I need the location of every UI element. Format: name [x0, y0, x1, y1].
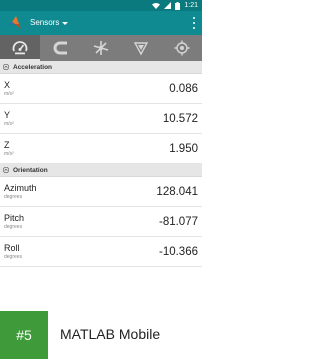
- row-value: -10.366: [158, 245, 198, 258]
- tab-orientation[interactable]: [121, 35, 161, 61]
- row-unit: degrees: [4, 193, 23, 200]
- section-orientation-title: Orientation: [13, 166, 48, 174]
- compass-icon: [134, 42, 149, 56]
- signal-icon: [164, 2, 172, 9]
- row-label: Roll: [4, 242, 20, 253]
- toolbar-title: Sensors: [30, 18, 60, 27]
- orientation-row-roll: Roll degrees -10.366: [0, 237, 202, 267]
- row-value: 128.041: [156, 185, 198, 198]
- matlab-logo-icon: [7, 16, 21, 29]
- status-icons: 1:21: [152, 1, 198, 10]
- gauge-icon: [12, 41, 28, 55]
- sensor-readings: Acceleration X m/s² 0.086 Y m/s² 10.572 …: [0, 61, 202, 307]
- sensor-tabbar: [0, 35, 202, 61]
- gyroscope-icon: [93, 41, 109, 55]
- status-time: 1:21: [184, 2, 198, 9]
- row-label: Z: [4, 139, 10, 150]
- row-label: Y: [4, 109, 11, 120]
- gps-target-icon: [174, 40, 190, 56]
- orientation-row-pitch: Pitch degrees -81.077: [0, 207, 202, 237]
- row-unit: degrees: [4, 223, 23, 230]
- row-label: Pitch: [4, 212, 25, 223]
- dropdown-caret-icon: [62, 22, 69, 25]
- section-acceleration-title: Acceleration: [13, 63, 53, 71]
- section-acceleration-header[interactable]: Acceleration: [0, 61, 202, 74]
- collapse-chevron-icon: [3, 167, 9, 173]
- overflow-menu-icon[interactable]: [191, 16, 197, 30]
- magnet-icon: [53, 41, 67, 55]
- row-label: Azimuth: [4, 182, 37, 193]
- row-value: 0.086: [169, 82, 198, 95]
- status-bar: 1:21: [0, 0, 202, 11]
- collapse-chevron-icon: [3, 64, 9, 70]
- rank-badge: #5: [0, 311, 48, 359]
- orientation-row-azimuth: Azimuth degrees 128.041: [0, 177, 202, 207]
- row-value: 10.572: [162, 112, 198, 125]
- tab-angular-velocity[interactable]: [81, 35, 121, 61]
- acceleration-row-z: Z m/s² 1.950: [0, 134, 202, 164]
- row-value: -81.077: [158, 215, 198, 228]
- tab-acceleration[interactable]: [0, 35, 41, 61]
- row-label: X: [4, 79, 11, 90]
- row-unit: m/s²: [4, 90, 14, 97]
- app-name-label: MATLAB Mobile: [60, 326, 161, 342]
- acceleration-row-x: X m/s² 0.086: [0, 74, 202, 104]
- row-unit: m/s²: [4, 120, 14, 127]
- row-unit: degrees: [4, 253, 23, 260]
- wifi-icon: [152, 2, 161, 9]
- row-unit: m/s²: [4, 150, 14, 157]
- acceleration-row-y: Y m/s² 10.572: [0, 104, 202, 134]
- app-toolbar: Sensors: [0, 11, 202, 35]
- tab-magnetic-field[interactable]: [40, 35, 80, 61]
- battery-icon: [175, 1, 181, 10]
- section-orientation-header[interactable]: Orientation: [0, 164, 202, 177]
- row-value: 1.950: [169, 142, 198, 155]
- sensors-dropdown[interactable]: Sensors: [30, 17, 69, 29]
- tab-position[interactable]: [162, 35, 202, 61]
